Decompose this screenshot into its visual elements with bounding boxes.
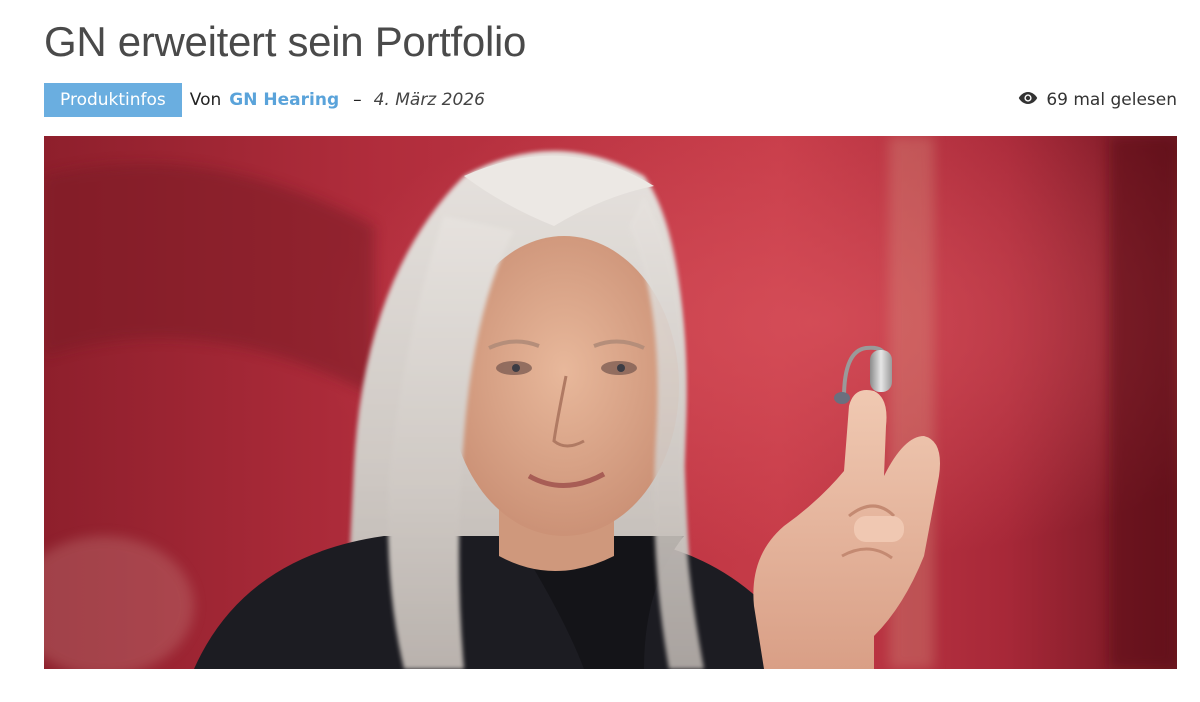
author-link[interactable]: GN Hearing (229, 90, 339, 110)
byline-separator: – (353, 90, 362, 110)
hero-image (44, 136, 1177, 669)
by-prefix: Von (189, 90, 222, 110)
view-count: 69 mal gelesen (1018, 90, 1177, 110)
publish-date: 4. März 2026 (373, 90, 485, 110)
article-meta: Produktinfos Von GN Hearing – 4. März 20… (44, 83, 1177, 117)
view-count-label: 69 mal gelesen (1046, 90, 1177, 110)
eye-icon (1018, 90, 1046, 110)
byline: Von GN Hearing – 4. März 2026 (190, 90, 485, 110)
category-badge[interactable]: Produktinfos (44, 83, 182, 117)
article-title: GN erweitert sein Portfolio (44, 18, 527, 65)
